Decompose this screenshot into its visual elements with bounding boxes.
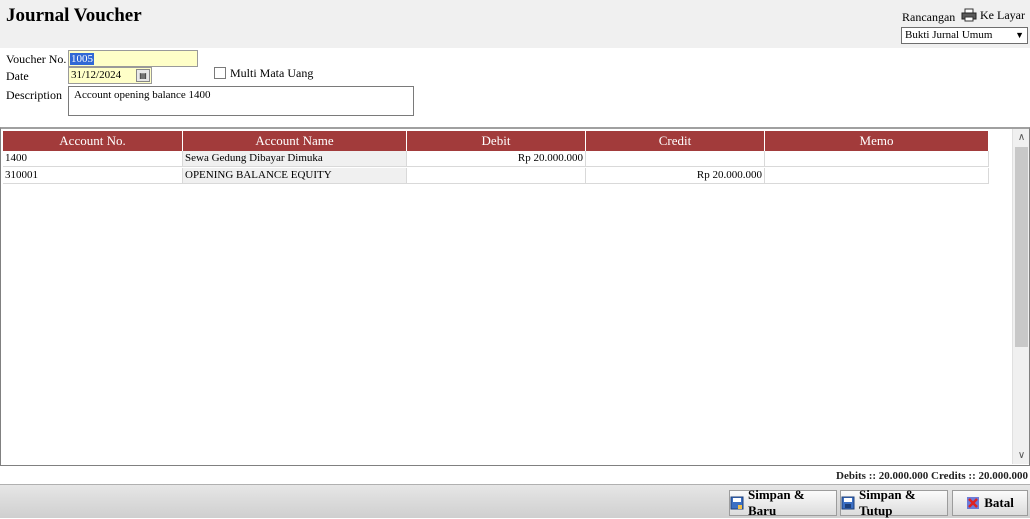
description-label: Description [6, 88, 62, 102]
vertical-scrollbar[interactable]: ∧ ∨ [1012, 129, 1029, 464]
table-row[interactable]: 310001 OPENING BALANCE EQUITY Rp 20.000.… [3, 168, 989, 184]
save-new-icon [730, 496, 744, 510]
save-close-label: Simpan & Tutup [859, 487, 916, 518]
multi-currency-label: Multi Mata Uang [230, 66, 314, 80]
printer-icon [961, 8, 977, 22]
cancel-button[interactable]: Batal [952, 490, 1028, 516]
chevron-down-icon: ▼ [1015, 30, 1024, 40]
cell-memo[interactable] [765, 168, 989, 184]
header-bar: Journal Voucher Rancangan Ke Layar Bukti… [0, 0, 1030, 48]
cancel-icon [966, 496, 980, 510]
scroll-down-icon[interactable]: ∨ [1014, 448, 1029, 463]
column-header-account-name[interactable]: Account Name [183, 131, 407, 151]
scroll-thumb[interactable] [1015, 147, 1028, 347]
calendar-icon[interactable]: ▤ [136, 69, 150, 82]
column-header-memo[interactable]: Memo [765, 131, 989, 151]
cell-account-no[interactable]: 310001 [3, 168, 183, 184]
table-row[interactable]: 1400 Sewa Gedung Dibayar Dimuka Rp 20.00… [3, 151, 989, 167]
date-input[interactable]: 31/12/2024 ▤ [68, 67, 152, 84]
cell-credit[interactable]: Rp 20.000.000 [586, 168, 765, 184]
to-screen-button[interactable]: Ke Layar [958, 6, 1028, 24]
totals-summary: Debits :: 20.000.000 Credits :: 20.000.0… [836, 470, 1028, 482]
voucher-label: Voucher No. [6, 52, 67, 66]
page-title: Journal Voucher [6, 5, 142, 26]
column-header-credit[interactable]: Credit [586, 131, 765, 151]
cell-credit[interactable] [586, 151, 765, 167]
to-screen-label: Ke Layar [980, 7, 1025, 22]
description-value: Account opening balance 1400 [74, 89, 211, 101]
cell-debit[interactable]: Rp 20.000.000 [407, 151, 586, 167]
cell-debit[interactable] [407, 168, 586, 184]
cancel-label: Batal [984, 495, 1014, 510]
multi-currency-checkbox[interactable] [214, 67, 226, 79]
cell-memo[interactable] [765, 151, 989, 167]
save-close-button[interactable]: Simpan & Tutup [840, 487, 948, 518]
column-header-account-no[interactable]: Account No. [3, 131, 183, 151]
save-new-button[interactable]: Simpan & Baru [729, 487, 837, 518]
save-close-icon [841, 496, 855, 510]
column-header-debit[interactable]: Debit [407, 131, 586, 151]
grid-header: Account No. Account Name Debit Credit Me… [3, 131, 989, 151]
scroll-up-icon[interactable]: ∧ [1014, 130, 1029, 145]
date-value: 31/12/2024 [71, 69, 122, 81]
save-new-label: Simpan & Baru [748, 487, 805, 518]
design-select[interactable]: Bukti Jurnal Umum ▼ [901, 27, 1028, 44]
footer-bar: Simpan & Baru Simpan & Tutup Batal [0, 484, 1030, 518]
date-label: Date [6, 69, 29, 83]
cell-account-name[interactable]: OPENING BALANCE EQUITY [183, 168, 407, 184]
cell-account-name[interactable]: Sewa Gedung Dibayar Dimuka [183, 151, 407, 167]
design-label: Rancangan [902, 10, 956, 24]
journal-grid[interactable]: Account No. Account Name Debit Credit Me… [0, 127, 1030, 466]
design-select-value: Bukti Jurnal Umum [905, 29, 993, 41]
voucher-value: 1005 [70, 53, 94, 65]
cell-account-no[interactable]: 1400 [3, 151, 183, 167]
description-input[interactable]: Account opening balance 1400 [68, 86, 414, 116]
voucher-input[interactable]: 1005 [68, 50, 198, 67]
